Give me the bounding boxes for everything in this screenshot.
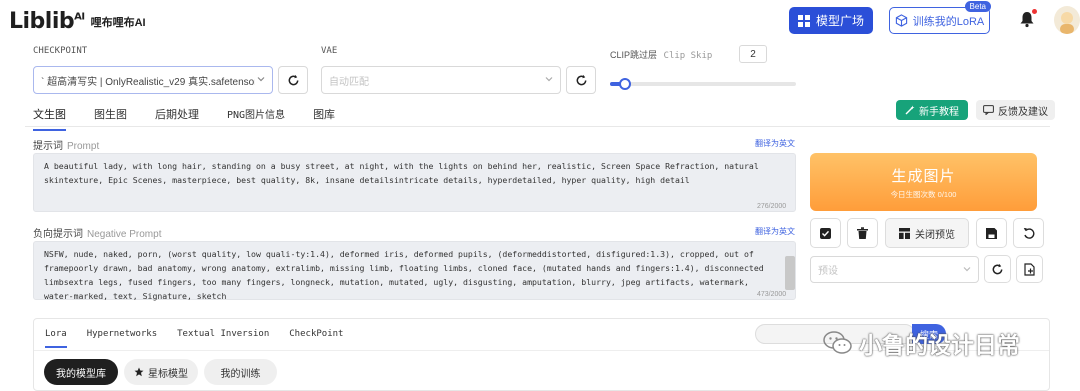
logo-text: LiblibAI bbox=[9, 9, 85, 34]
check-square-icon bbox=[820, 227, 831, 239]
wechat-icon bbox=[823, 331, 852, 354]
wand-icon bbox=[905, 105, 915, 115]
trash-icon bbox=[857, 227, 868, 239]
watermark-text: 小鲁的设计日常 bbox=[859, 332, 1020, 358]
refresh-icon bbox=[288, 74, 298, 85]
feedback-label: 反馈及建议 bbox=[998, 106, 1048, 118]
close-preview-button[interactable]: 关闭预览 bbox=[885, 218, 969, 248]
negative-prompt-textarea[interactable]: NSFW, nude, naked, porn, (worst quality,… bbox=[33, 241, 796, 301]
chevron-down-icon bbox=[257, 77, 265, 82]
delete-button[interactable] bbox=[847, 218, 878, 248]
clip-skip-input[interactable]: 2 bbox=[739, 45, 767, 63]
import-preset-button[interactable] bbox=[1016, 255, 1043, 283]
tutorial-label: 新手教程 bbox=[919, 106, 959, 118]
prompt-label: 提示词 Prompt bbox=[33, 141, 100, 152]
slider-handle[interactable] bbox=[618, 78, 631, 90]
tab-gallery[interactable]: 图库 bbox=[313, 106, 335, 131]
logo[interactable]: LiblibAI 哩布哩布AI bbox=[9, 9, 146, 34]
checkpoint-select[interactable]: ` 超高清写实 | OnlyRealistic_v29 真实.safetenso… bbox=[33, 66, 273, 94]
top-header: LiblibAI 哩布哩布AI 模型广场 训练我的LoRA Beta bbox=[0, 0, 1080, 42]
file-add-icon bbox=[1024, 262, 1035, 276]
chevron-down-icon bbox=[963, 267, 971, 272]
cube-icon bbox=[895, 14, 907, 27]
refresh-preset-button[interactable] bbox=[984, 255, 1011, 283]
refresh-vae-button[interactable] bbox=[566, 66, 596, 94]
train-lora-button[interactable]: 训练我的LoRA Beta bbox=[889, 1, 991, 34]
prompt-textarea[interactable]: A beautiful lady, with long hair, standi… bbox=[33, 153, 796, 212]
negative-scrollbar[interactable] bbox=[785, 256, 795, 290]
tutorial-button[interactable]: 新手教程 bbox=[896, 100, 968, 120]
chat-icon bbox=[983, 105, 994, 115]
logo-subtitle: 哩布哩布AI bbox=[90, 16, 146, 29]
tab-divider bbox=[25, 126, 1050, 127]
translate-prompt-link[interactable]: 翻译为英文 bbox=[755, 138, 795, 149]
negative-char-count: 473/2000 bbox=[757, 291, 787, 298]
star-icon bbox=[134, 367, 144, 377]
preset-select[interactable]: 预设 bbox=[810, 256, 979, 283]
vae-label: VAE bbox=[321, 46, 338, 56]
vae-select[interactable]: 自动匹配 bbox=[321, 66, 561, 94]
tab-textual-inversion[interactable]: Textual Inversion bbox=[177, 329, 269, 348]
prompt-text: A beautiful lady, with long hair, standi… bbox=[44, 161, 759, 185]
notification-dot bbox=[1032, 9, 1037, 14]
checkbox-toggle-button[interactable] bbox=[810, 218, 841, 248]
generate-label: 生成图片 bbox=[891, 167, 956, 185]
prompt-char-count: 276/2000 bbox=[757, 203, 787, 210]
tab-lora[interactable]: Lora bbox=[45, 329, 67, 348]
chevron-down-icon bbox=[545, 77, 553, 82]
save-icon bbox=[986, 227, 997, 239]
avatar[interactable] bbox=[1054, 6, 1080, 34]
refresh-icon bbox=[576, 74, 586, 85]
tab-txt2img[interactable]: 文生图 bbox=[33, 106, 66, 131]
undo-icon bbox=[1023, 228, 1034, 239]
refresh-checkpoint-button[interactable] bbox=[278, 66, 308, 94]
tab-hypernetworks[interactable]: Hypernetworks bbox=[87, 329, 157, 348]
daily-quota: 今日生图次数 0/100 bbox=[890, 189, 957, 199]
close-preview-label: 关闭预览 bbox=[915, 229, 955, 241]
negative-prompt-text: NSFW, nude, naked, porn, (worst quality,… bbox=[44, 249, 764, 301]
clip-skip-slider[interactable] bbox=[610, 78, 796, 90]
save-button[interactable] bbox=[976, 218, 1007, 248]
chip-my-models[interactable]: 我的模型库 bbox=[44, 359, 118, 385]
chip-my-training[interactable]: 我的训练 bbox=[204, 359, 277, 385]
model-square-button[interactable]: 模型广场 bbox=[789, 7, 873, 34]
translate-negative-link[interactable]: 翻译为英文 bbox=[755, 226, 795, 237]
chip-starred-models[interactable]: 星标模型 bbox=[124, 359, 198, 385]
model-type-tabs: Lora Hypernetworks Textual Inversion Che… bbox=[45, 329, 363, 348]
tab-img2img[interactable]: 图生图 bbox=[94, 106, 127, 131]
model-square-label: 模型广场 bbox=[815, 14, 864, 28]
generate-button[interactable]: 生成图片 今日生图次数 0/100 bbox=[810, 153, 1037, 211]
checkpoint-value: ` 超高清写实 | OnlyRealistic_v29 真实.safetenso… bbox=[41, 76, 255, 88]
tab-png-info[interactable]: PNG图片信息 bbox=[227, 106, 285, 131]
tab-checkpoint[interactable]: CheckPoint bbox=[289, 329, 343, 348]
clip-skip-label: CLIP跳过层 Clip Skip bbox=[610, 50, 713, 61]
beta-badge: Beta bbox=[964, 1, 991, 12]
tab-extras[interactable]: 后期处理 bbox=[155, 106, 199, 131]
grid-icon bbox=[797, 14, 810, 27]
undo-button[interactable] bbox=[1013, 218, 1044, 248]
refresh-icon bbox=[992, 263, 1003, 274]
train-lora-label: 训练我的LoRA bbox=[912, 15, 985, 28]
chip-starred-label: 星标模型 bbox=[148, 368, 188, 380]
preset-placeholder: 预设 bbox=[818, 266, 838, 277]
watermark: 小鲁的设计日常 bbox=[823, 326, 1020, 360]
checkpoint-label: CHECKPOINT bbox=[33, 46, 88, 56]
layout-icon bbox=[899, 227, 910, 239]
feedback-button[interactable]: 反馈及建议 bbox=[976, 100, 1055, 120]
negative-prompt-label: 负向提示词 Negative Prompt bbox=[33, 229, 162, 240]
vae-placeholder: 自动匹配 bbox=[329, 76, 369, 88]
main-tabs: 文生图 图生图 后期处理 PNG图片信息 图库 bbox=[33, 106, 363, 131]
